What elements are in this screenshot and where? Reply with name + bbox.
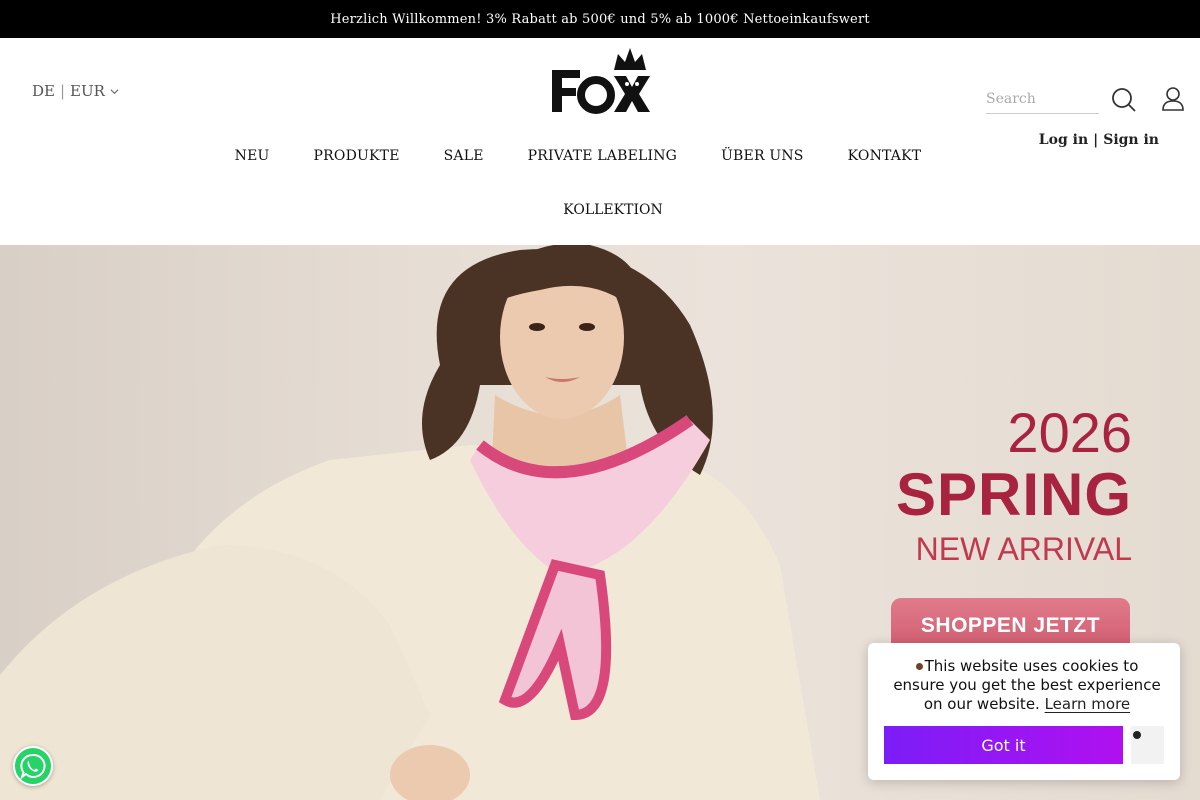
account-button[interactable] <box>1160 85 1186 113</box>
promo-year: 2026 <box>1007 401 1132 464</box>
nav-item-kollektion[interactable]: KOLLEKTION <box>563 202 662 218</box>
main-nav: NEU PRODUKTE SALE PRIVATE LABELING ÜBER … <box>0 148 1200 164</box>
search-input[interactable] <box>986 86 1099 112</box>
announcement-text: Herzlich Willkommen! 3% Rabatt ab 500€ u… <box>330 11 870 27</box>
promo-subtitle: NEW ARRIVAL <box>915 531 1132 567</box>
nav-item-produkte[interactable]: PRODUKTE <box>314 148 400 164</box>
signin-link[interactable]: Sign in <box>1103 132 1159 148</box>
locale-selector[interactable]: DE | EUR <box>32 82 119 100</box>
locale-separator: | <box>59 82 66 100</box>
auth-separator: | <box>1093 132 1099 148</box>
cookie-message-container: This website uses cookies to ensure you … <box>890 657 1164 714</box>
fox-logo[interactable] <box>546 44 656 116</box>
language-code: DE <box>32 82 55 100</box>
chevron-down-icon <box>110 88 119 94</box>
nav-item-neu[interactable]: NEU <box>235 148 270 164</box>
user-icon <box>1162 87 1184 111</box>
login-link[interactable]: Log in <box>1039 132 1088 148</box>
close-icon <box>1133 731 1141 739</box>
secondary-nav: KOLLEKTION <box>0 202 1200 218</box>
learn-more-link[interactable]: Learn more <box>1045 695 1131 713</box>
nav-item-ueber-uns[interactable]: ÜBER UNS <box>721 148 804 164</box>
auth-links: Log in | Sign in <box>1039 132 1159 148</box>
nav-item-kontakt[interactable]: KONTAKT <box>848 148 922 164</box>
accept-cookies-button[interactable]: Got it <box>884 726 1123 764</box>
site-header: DE | EUR Search Log in | Sign in NEU PRO… <box>0 38 1200 245</box>
currency-code: EUR <box>70 82 105 100</box>
announcement-bar: Herzlich Willkommen! 3% Rabatt ab 500€ u… <box>0 0 1200 38</box>
search-icon <box>1112 88 1136 112</box>
cookie-icon <box>915 663 923 670</box>
cookie-banner: This website uses cookies to ensure you … <box>868 643 1180 780</box>
search-field-wrapper <box>986 86 1099 114</box>
whatsapp-button[interactable] <box>13 746 53 786</box>
cookie-close-button[interactable] <box>1131 726 1164 764</box>
search-button[interactable] <box>1110 86 1138 114</box>
nav-item-private-labeling[interactable]: PRIVATE LABELING <box>528 148 677 164</box>
nav-item-sale[interactable]: SALE <box>444 148 484 164</box>
whatsapp-icon <box>20 753 46 779</box>
promo-season: SPRING <box>895 461 1132 528</box>
